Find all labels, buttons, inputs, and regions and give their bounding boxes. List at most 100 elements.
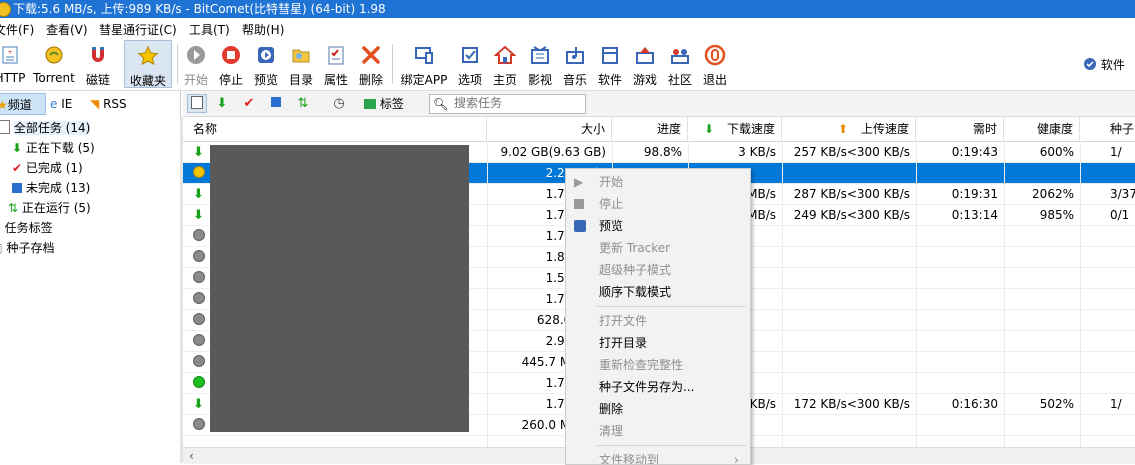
col-eta[interactable]: 需时 [916, 117, 1004, 141]
all-tasks-filter-button[interactable] [187, 94, 207, 113]
cell-seeds: 0/1 [1110, 208, 1130, 222]
http-button[interactable]: + HTTP [0, 40, 26, 88]
magnet-button[interactable]: 磁链 [82, 40, 114, 88]
cell-upload-speed [782, 247, 916, 268]
folder-button[interactable]: 目录 [286, 40, 316, 88]
bitcomet-logo-icon [0, 2, 11, 17]
scheduler-button[interactable]: ◷ [329, 94, 349, 113]
properties-icon [328, 46, 344, 65]
column-divider [782, 141, 783, 456]
tab-channel[interactable]: ★频道 [0, 93, 46, 115]
downloading-icon: ⬇ [193, 397, 204, 412]
community-button[interactable]: 社区 [665, 40, 695, 88]
cell-upload-speed: 287 KB/s<300 KB/s [793, 187, 910, 201]
context-menu-item[interactable]: 删除 [566, 398, 750, 420]
tree-torrent-archive[interactable]: ▯ 种子存档 [0, 238, 54, 258]
exit-button[interactable]: 退出 [700, 40, 730, 88]
tree-all-tasks[interactable]: 全部任务 (14) [0, 118, 91, 138]
column-divider [1004, 141, 1005, 456]
cell-eta: 0:19:43 [951, 145, 998, 159]
down-arrow-icon: ⬇ [704, 122, 715, 136]
stopped-status-icon [193, 355, 205, 367]
movies-button[interactable]: 影视 [525, 40, 555, 88]
exit-icon [704, 44, 726, 66]
context-menu-item[interactable]: 更新 Tracker [566, 237, 750, 259]
context-menu-label: 打开文件 [599, 314, 648, 328]
cell-upload-speed [782, 352, 916, 373]
cell-health [1004, 247, 1080, 268]
context-menu-item[interactable]: 顺序下载模式 [566, 281, 750, 303]
games-icon [636, 47, 654, 64]
search-box[interactable]: 🔍︎ [429, 94, 586, 114]
context-menu-item[interactable]: 超级种子模式 [566, 259, 750, 281]
down-arrow-icon: ⬇ [12, 141, 23, 155]
menu-tools[interactable]: 工具(T) [189, 21, 230, 38]
context-menu-item[interactable]: 预览 [566, 215, 750, 237]
movies-icon [531, 46, 549, 64]
magnet-icon [92, 47, 104, 62]
tree-task-tags[interactable]: › 任务标签 [0, 218, 53, 238]
context-menu-item[interactable]: 种子文件另存为... [566, 376, 750, 398]
toolbar-divider [177, 44, 178, 84]
cell-health [1004, 415, 1080, 436]
torrent-add-icon [45, 46, 63, 64]
music-button[interactable]: 音乐 [560, 40, 590, 88]
software-link[interactable]: 软件 [1083, 56, 1125, 73]
cell-seeds [1080, 268, 1135, 289]
menu-help[interactable]: 帮助(H) [242, 21, 284, 38]
context-menu-item[interactable]: ▶ 开始 [566, 171, 750, 193]
left-panel: ★频道 e IE ◥ RSS 全部任务 (14) ⬇ 正在下载 (5) ✔ 已完… [0, 91, 181, 463]
running-filter-button[interactable]: ⇅ [293, 94, 313, 113]
cell-eta: 0:19:31 [951, 187, 998, 201]
tree-incomplete[interactable]: 未完成 (13) [12, 178, 90, 198]
col-name[interactable]: 名称 [183, 117, 487, 141]
downloading-filter-button[interactable]: ⬇ [212, 94, 232, 113]
col-seeds[interactable]: 种子 [1080, 117, 1135, 141]
menu-file[interactable]: 文件(F) [0, 21, 34, 38]
tree-completed[interactable]: ✔ 已完成 (1) [12, 158, 83, 178]
tab-ie[interactable]: e IE [50, 93, 82, 115]
cell-upload-speed [782, 415, 916, 436]
col-upload-speed[interactable]: ⬆ 上传速度 [782, 117, 916, 141]
context-menu-item[interactable]: 清理 [566, 420, 750, 442]
games-button[interactable]: 游戏 [630, 40, 660, 88]
col-progress[interactable]: 进度 [612, 117, 688, 141]
incomplete-filter-button[interactable] [266, 94, 286, 113]
http-add-icon: + [2, 46, 18, 64]
tree-running[interactable]: ⇅ 正在运行 (5) [8, 198, 91, 218]
delete-button[interactable]: 删除 [356, 40, 386, 88]
col-size[interactable]: 大小 [487, 117, 612, 141]
completed-filter-button[interactable]: ✔ [239, 94, 259, 113]
task-toolbar: ⬇ ✔ ⇅ ◷ 标签 🔍︎ [183, 91, 1135, 117]
cell-upload-speed [782, 310, 916, 331]
menu-passport[interactable]: 彗星通行证(C) [99, 21, 177, 38]
home-button[interactable]: 主页 [490, 40, 520, 88]
bind-app-button[interactable]: 绑定APP [399, 40, 449, 88]
software-button[interactable]: 软件 [595, 40, 625, 88]
context-menu-item[interactable]: 打开目录 [566, 332, 750, 354]
search-input[interactable] [454, 95, 582, 111]
options-button[interactable]: 选项 [455, 40, 485, 88]
properties-button[interactable]: 属性 [321, 40, 351, 88]
col-health[interactable]: 健康度 [1004, 117, 1080, 141]
favorites-button[interactable]: 收藏夹 [124, 40, 172, 88]
col-download-speed[interactable]: ⬇ 下载速度 [688, 117, 782, 141]
context-menu-item[interactable]: 重新检查完整性 [566, 354, 750, 376]
start-button[interactable]: 开始 [181, 40, 211, 88]
cell-health: 985% [1039, 208, 1074, 222]
tab-rss[interactable]: ◥ RSS [90, 93, 134, 115]
torrent-button[interactable]: Torrent [30, 40, 78, 88]
tag-button[interactable]: 标签 [364, 95, 404, 113]
menu-view[interactable]: 查看(V) [46, 21, 88, 38]
context-menu-item[interactable]: 停止 [566, 193, 750, 215]
scroll-left-icon[interactable]: ‹ [189, 448, 194, 464]
cell-size: 9.02 GB(9.63 GB) [500, 145, 607, 159]
cell-seeds [1080, 310, 1135, 331]
stop-button[interactable]: 停止 [216, 40, 246, 88]
cell-eta: 0:13:14 [951, 208, 998, 222]
preview-button[interactable]: 预览 [251, 40, 281, 88]
tree-downloading[interactable]: ⬇ 正在下载 (5) [12, 138, 95, 158]
context-menu-item[interactable]: 打开文件 [566, 310, 750, 332]
window-title: 下载:5.6 MB/s, 上传:989 KB/s - BitComet(比特彗星… [13, 2, 386, 16]
stopped-status-icon [193, 250, 205, 262]
